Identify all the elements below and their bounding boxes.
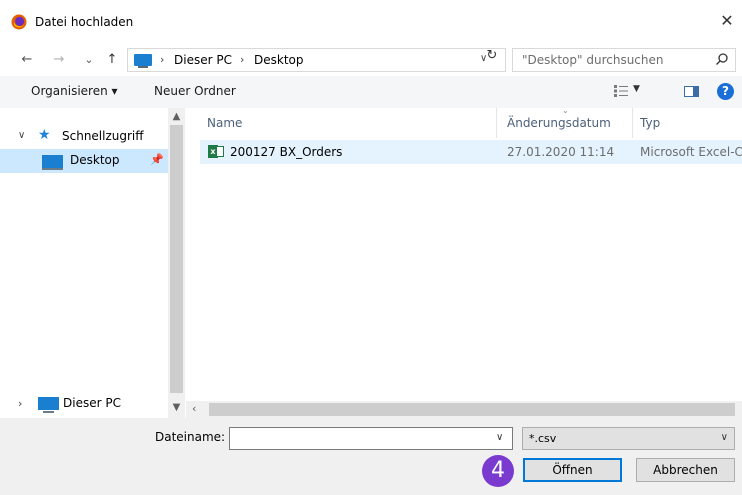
breadcrumb-item-desktop[interactable]: Desktop <box>254 53 304 67</box>
sidebar-item-desktop[interactable]: Desktop 📌 <box>0 149 168 173</box>
scroll-down-icon[interactable]: ▼ <box>168 402 185 413</box>
refresh-button[interactable]: ↻ <box>482 48 502 68</box>
filetype-value: *.csv <box>529 432 557 445</box>
sidebar-item-label: Dieser PC <box>63 396 121 410</box>
filename-label: Dateiname: <box>155 430 226 444</box>
sidebar-scrollbar[interactable]: ▲ ▼ <box>168 108 185 418</box>
help-icon[interactable]: ? <box>717 83 734 100</box>
table-row[interactable]: x 200127 BX_Orders 27.01.2020 11:14 Micr… <box>200 140 742 164</box>
column-divider[interactable] <box>496 108 497 138</box>
up-button[interactable]: ↑ <box>104 50 120 70</box>
sidebar-item-dieser-pc[interactable]: › Dieser PC <box>0 392 168 416</box>
preview-pane-icon[interactable] <box>684 86 699 97</box>
sidebar-item-label: Desktop <box>70 153 120 167</box>
new-folder-button[interactable]: Neuer Ordner <box>154 84 236 98</box>
search-placeholder: "Desktop" durchsuchen <box>522 53 664 67</box>
recent-locations-button[interactable]: ⌄ <box>82 50 96 70</box>
breadcrumb-separator: › <box>240 53 245 66</box>
sidebar-item-schnellzugriff[interactable]: ∨ ★ Schnellzugriff <box>0 125 168 149</box>
command-toolbar: Organisieren ▾ Neuer Ordner ▼ ? <box>0 76 742 108</box>
navigation-pane: ∨ ★ Schnellzugriff Desktop 📌 › Dieser PC… <box>0 108 186 418</box>
search-input[interactable]: "Desktop" durchsuchen <box>512 48 736 72</box>
file-upload-dialog: Datei hochladen ✕ ← → ⌄ ↑ › Dieser PC › … <box>0 0 742 495</box>
desktop-icon <box>42 155 63 170</box>
file-list: Name ⌄ Änderungsdatum Typ x 200127 BX_Or… <box>186 106 742 418</box>
scrollbar-thumb[interactable] <box>170 125 183 393</box>
chevron-down-icon[interactable]: ∨ <box>18 130 25 141</box>
close-button[interactable]: ✕ <box>712 8 742 34</box>
pc-icon <box>134 54 152 68</box>
scrollbar-thumb[interactable] <box>209 403 735 416</box>
window-title: Datei hochladen <box>35 15 134 29</box>
star-icon: ★ <box>38 127 51 143</box>
scroll-left-icon[interactable]: ‹ <box>192 402 196 415</box>
navigation-bar: ← → ⌄ ↑ › Dieser PC › Desktop ∨ ↻ "Deskt… <box>0 44 742 76</box>
search-icon <box>716 53 728 65</box>
cancel-button[interactable]: Abbrechen <box>636 458 735 482</box>
excel-csv-icon: x <box>208 144 224 159</box>
filetype-select[interactable]: *.csv ∨ <box>522 427 735 450</box>
chevron-down-icon[interactable]: ▼ <box>633 84 640 94</box>
sort-indicator-icon: ⌄ <box>562 106 569 115</box>
back-button[interactable]: ← <box>17 50 37 70</box>
firefox-icon <box>11 14 27 30</box>
column-header-name[interactable]: Name <box>207 116 242 130</box>
chevron-right-icon[interactable]: › <box>18 397 22 410</box>
view-options-icon[interactable] <box>614 85 628 97</box>
filename-input[interactable] <box>229 427 513 450</box>
chevron-down-icon[interactable]: ∨ <box>496 432 503 443</box>
column-header-type[interactable]: Typ <box>640 116 660 130</box>
dialog-footer: Dateiname: ∨ *.csv ∨ 4 Öffnen Abbrechen <box>0 418 742 495</box>
organize-menu-button[interactable]: Organisieren ▾ <box>31 84 118 98</box>
sidebar-item-label: Schnellzugriff <box>62 129 144 143</box>
breadcrumb-item-dieser-pc[interactable]: Dieser PC <box>174 53 232 67</box>
scroll-up-icon[interactable]: ▲ <box>168 111 185 122</box>
forward-button[interactable]: → <box>49 50 69 70</box>
file-type: Microsoft Excel-C <box>640 145 742 159</box>
column-header-date[interactable]: Änderungsdatum <box>507 116 611 130</box>
open-button[interactable]: Öffnen <box>523 458 622 482</box>
file-name: 200127 BX_Orders <box>230 145 343 159</box>
pin-icon: 📌 <box>150 153 164 166</box>
column-divider[interactable] <box>632 108 633 138</box>
address-bar[interactable]: › Dieser PC › Desktop ∨ <box>127 48 506 72</box>
pc-icon <box>38 397 59 413</box>
file-list-horizontal-scrollbar[interactable]: ‹ <box>186 401 742 418</box>
chevron-down-icon: ∨ <box>720 432 728 443</box>
file-date: 27.01.2020 11:14 <box>507 145 615 159</box>
main-area: ∨ ★ Schnellzugriff Desktop 📌 › Dieser PC… <box>0 106 742 418</box>
step-badge: 4 <box>482 455 514 487</box>
title-bar: Datei hochladen ✕ <box>0 0 742 44</box>
breadcrumb-separator: › <box>160 53 165 66</box>
